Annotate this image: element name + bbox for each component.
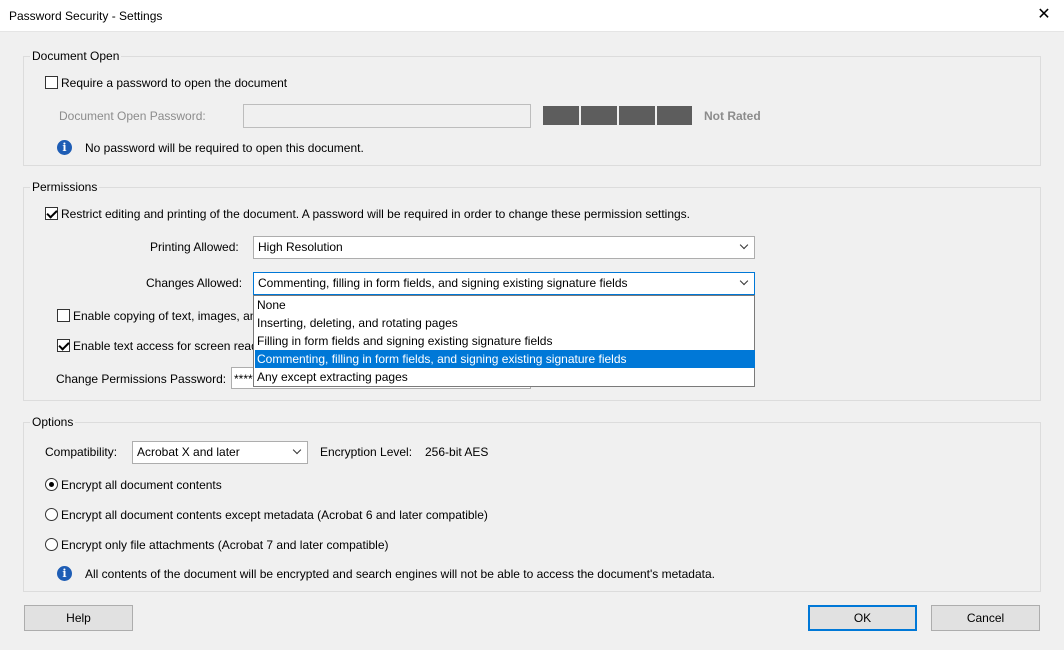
encryption-level-value: 256-bit AES — [425, 445, 489, 459]
changes-allowed-label: Changes Allowed: — [146, 276, 243, 290]
info-icon: i — [57, 566, 72, 581]
strength-label: Not Rated — [704, 109, 761, 123]
compatibility-value: Acrobat X and later — [137, 445, 240, 459]
dropdown-option[interactable]: Filling in form fields and signing exist… — [255, 332, 755, 350]
document-open-group-label: Document Open — [30, 49, 122, 63]
window-title: Password Security - Settings — [9, 9, 163, 23]
strength-meter-segment — [619, 106, 655, 125]
chevron-down-icon — [736, 237, 754, 258]
changes-allowed-select[interactable]: Commenting, filling in form fields, and … — [253, 272, 755, 295]
help-button[interactable]: Help — [24, 605, 133, 631]
changes-allowed-value: Commenting, filling in form fields, and … — [258, 276, 628, 290]
document-open-password-field[interactable] — [243, 104, 531, 128]
encryption-level-label: Encryption Level: — [320, 445, 413, 459]
encrypt-except-metadata-label: Encrypt all document contents except met… — [61, 508, 488, 522]
enable-screen-reader-checkbox[interactable] — [57, 339, 70, 352]
enable-screen-reader-label: Enable text access for screen reade — [73, 339, 265, 353]
document-open-info-text: No password will be required to open thi… — [85, 141, 364, 155]
compatibility-label: Compatibility: — [45, 445, 118, 459]
options-group-label: Options — [30, 415, 76, 429]
require-password-label: Require a password to open the document — [61, 76, 288, 90]
cancel-button[interactable]: Cancel — [931, 605, 1040, 631]
enable-copying-checkbox[interactable] — [57, 309, 70, 322]
enable-copying-label: Enable copying of text, images, an — [73, 309, 257, 323]
dropdown-option[interactable]: None — [255, 296, 755, 314]
strength-meter-segment — [657, 106, 692, 125]
change-permissions-password-value: **** — [234, 372, 253, 386]
info-icon: i — [57, 140, 72, 155]
printing-allowed-select[interactable]: High Resolution — [253, 236, 755, 259]
title-bar: Password Security - Settings ✕ — [0, 0, 1064, 32]
chevron-down-icon — [289, 442, 307, 463]
dropdown-option[interactable]: Any except extracting pages — [255, 368, 755, 386]
restrict-editing-checkbox[interactable] — [45, 207, 58, 220]
ok-button[interactable]: OK — [808, 605, 917, 631]
encrypt-attachments-label: Encrypt only file attachments (Acrobat 7… — [61, 538, 389, 552]
options-info-text: All contents of the document will be enc… — [85, 567, 715, 581]
printing-allowed-value: High Resolution — [258, 240, 343, 254]
encrypt-except-metadata-radio[interactable] — [45, 508, 58, 521]
printing-allowed-label: Printing Allowed: — [150, 240, 239, 254]
chevron-down-icon — [736, 273, 754, 294]
restrict-editing-label: Restrict editing and printing of the doc… — [61, 207, 691, 221]
require-password-checkbox[interactable] — [45, 76, 58, 89]
encrypt-all-label: Encrypt all document contents — [61, 478, 222, 492]
strength-meter-segment — [581, 106, 617, 125]
change-permissions-password-label: Change Permissions Password: — [56, 372, 227, 386]
close-icon[interactable]: ✕ — [1033, 5, 1055, 25]
permissions-group-label: Permissions — [30, 180, 100, 194]
dropdown-option[interactable]: Inserting, deleting, and rotating pages — [255, 314, 755, 332]
encrypt-all-radio[interactable] — [45, 478, 58, 491]
document-open-password-label: Document Open Password: — [59, 109, 206, 123]
compatibility-select[interactable]: Acrobat X and later — [132, 441, 308, 464]
strength-meter-segment — [543, 106, 579, 125]
dropdown-option-selected[interactable]: Commenting, filling in form fields, and … — [255, 350, 755, 368]
changes-allowed-dropdown-list[interactable]: None Inserting, deleting, and rotating p… — [253, 295, 755, 387]
encrypt-attachments-radio[interactable] — [45, 538, 58, 551]
